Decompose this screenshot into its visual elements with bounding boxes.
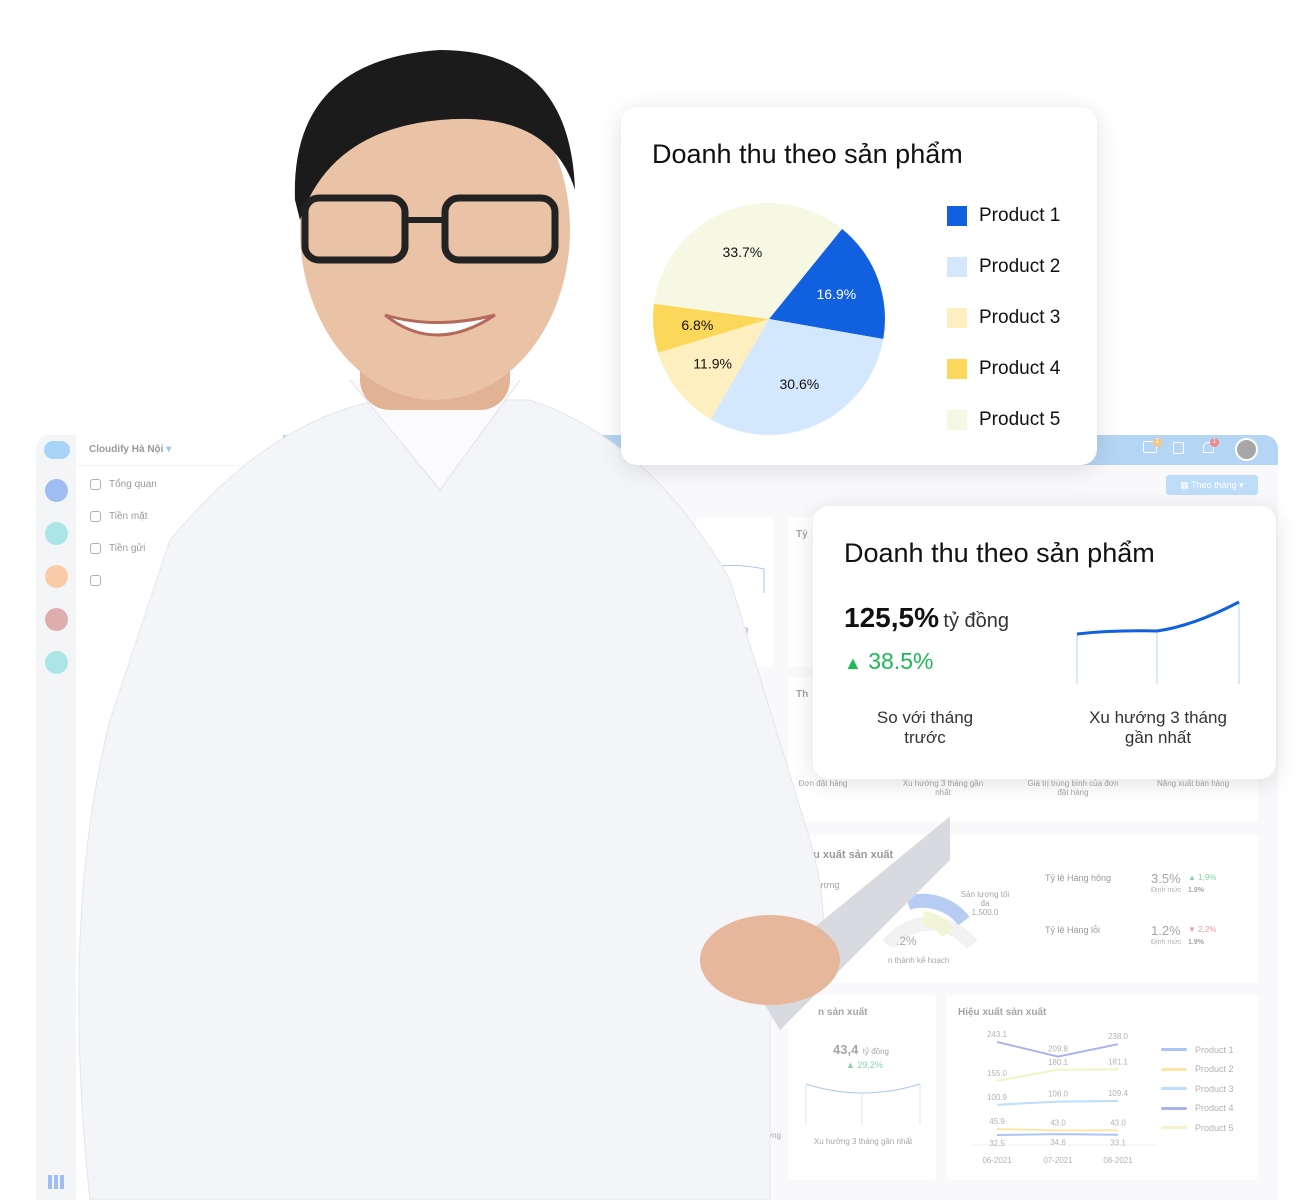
pie-label: 16.9% bbox=[816, 286, 856, 302]
bell-badge: 1 bbox=[1210, 438, 1219, 447]
calendar-icon[interactable] bbox=[1173, 442, 1184, 454]
legend-label: Product 4 bbox=[1195, 1103, 1234, 1114]
data-label: 181.1 bbox=[1108, 1057, 1129, 1066]
order-label: Năng xuất bán hàng bbox=[1156, 779, 1230, 788]
rate-label: Tỷ lệ Hàng hỏng bbox=[1045, 873, 1112, 883]
legend-swatch bbox=[947, 308, 967, 328]
line-legend-item: Product 4 bbox=[1161, 1099, 1234, 1119]
rate-change: ▲ 1,9% bbox=[1188, 873, 1217, 882]
legend-swatch bbox=[1161, 1087, 1187, 1091]
legend-label: Product 1 bbox=[1195, 1044, 1234, 1055]
x-tick-label: 07-2021 bbox=[1043, 1156, 1073, 1165]
production-line-panel: Hiệu xuất sản xuất 06-2021 07-2021 08-2021… bbox=[946, 995, 1258, 1180]
x-tick-label: 06-2021 bbox=[982, 1156, 1012, 1165]
norm-value: 1.9% bbox=[1188, 939, 1204, 946]
data-label: 32.5 bbox=[989, 1139, 1005, 1148]
data-label: 155.0 bbox=[987, 1069, 1008, 1078]
line-legend-item: Product 1 bbox=[1161, 1040, 1234, 1060]
rate-value: 1.2% bbox=[1151, 923, 1181, 938]
revenue-pie-card: Doanh thu theo sản phẩm 16.9% 30.6% 11.9% 6… bbox=[621, 107, 1097, 465]
data-label: 238.0 bbox=[1108, 1032, 1129, 1041]
data-label: 33.1 bbox=[1110, 1139, 1126, 1148]
legend-swatch bbox=[947, 359, 967, 379]
line-legend-item: Product 3 bbox=[1161, 1079, 1234, 1099]
line-legend-item: Product 2 bbox=[1161, 1060, 1234, 1080]
kpi-unit: tỷ đồng bbox=[943, 610, 1010, 632]
legend-label: Product 3 bbox=[979, 307, 1061, 328]
kpi-value: 125,5% bbox=[844, 602, 939, 633]
rate-change: ▼ 2,2% bbox=[1188, 925, 1217, 934]
data-label: 209.8 bbox=[1048, 1045, 1069, 1054]
legend-swatch bbox=[947, 410, 967, 430]
data-label: 43.0 bbox=[1050, 1118, 1066, 1127]
pie-legend-item: Product 2 bbox=[947, 256, 1060, 278]
order-label: Giá trị trung bình của đơn đặt hàng bbox=[1027, 779, 1119, 797]
norm-value: 1.9% bbox=[1188, 887, 1204, 894]
data-label: 109.4 bbox=[1108, 1089, 1129, 1098]
revenue-kpi-card: Doanh thu theo sản phẩm 125,5% tỷ đồng ▲… bbox=[813, 506, 1276, 779]
pie-label: 33.7% bbox=[723, 244, 763, 260]
up-triangle-icon: ▲ bbox=[844, 653, 862, 673]
pie-legend-item: Product 3 bbox=[947, 307, 1060, 329]
pie-legend-item: Product 5 bbox=[947, 409, 1060, 431]
pie-card-title: Doanh thu theo sản phẩm bbox=[652, 139, 963, 169]
data-label: 100.9 bbox=[987, 1093, 1008, 1102]
data-label: 34.6 bbox=[1050, 1138, 1066, 1147]
norm-label: Định mức bbox=[1151, 887, 1182, 894]
legend-label: Product 3 bbox=[1195, 1083, 1234, 1094]
series-line bbox=[996, 1100, 1119, 1106]
kpi-change-value: 38.5% bbox=[868, 648, 934, 674]
line-legend-item: Product 5 bbox=[1161, 1118, 1234, 1138]
period-label: Theo tháng bbox=[1191, 480, 1237, 490]
series-line bbox=[996, 1128, 1118, 1132]
legend-swatch bbox=[1161, 1106, 1187, 1110]
avatar[interactable] bbox=[1235, 438, 1258, 461]
rate-label: Tỷ lệ Hàng lỗi bbox=[1045, 925, 1101, 935]
pie-label: 11.9% bbox=[693, 356, 732, 372]
mail-badge: 1 bbox=[1153, 438, 1162, 447]
legend-label: Product 2 bbox=[979, 256, 1061, 277]
pie-chart: 16.9% 30.6% 11.9% 6.8% 33.7% bbox=[653, 202, 885, 435]
legend-swatch bbox=[1161, 1048, 1187, 1052]
legend-swatch bbox=[1161, 1067, 1187, 1071]
kpi-trend-chart bbox=[1076, 600, 1240, 684]
legend-label: Product 1 bbox=[979, 205, 1061, 226]
pie-label: 30.6% bbox=[780, 376, 820, 392]
kpi-change: ▲ 38.5% bbox=[844, 648, 933, 675]
kpi-card-title: Doanh thu theo sản phẩm bbox=[844, 538, 1155, 568]
data-label: 108.0 bbox=[1048, 1090, 1069, 1099]
caption-compare: So với tháng trước bbox=[876, 708, 974, 747]
legend-label: Product 4 bbox=[979, 358, 1061, 379]
data-label: 43.0 bbox=[1110, 1118, 1126, 1127]
norm-label: Định mức bbox=[1151, 939, 1182, 946]
series-line bbox=[996, 1068, 1119, 1082]
legend-swatch bbox=[947, 206, 967, 226]
caption-trend: Xu hướng 3 tháng gần nhất bbox=[1089, 708, 1227, 747]
data-label: 45.9 bbox=[989, 1117, 1005, 1126]
pie-legend-item: Product 1 bbox=[947, 205, 1060, 227]
data-label: 180.1 bbox=[1048, 1058, 1069, 1067]
legend-label: Product 5 bbox=[979, 409, 1061, 430]
max-value: 1,500.0 bbox=[971, 908, 999, 917]
period-button[interactable]: ▦ Theo tháng ▾ bbox=[1166, 475, 1258, 495]
rate-value: 3.5% bbox=[1151, 871, 1181, 886]
x-tick-label: 08-2021 bbox=[1103, 1156, 1133, 1165]
legend-swatch bbox=[1161, 1126, 1187, 1130]
legend-label: Product 2 bbox=[1195, 1064, 1234, 1075]
max-label: Sản lượng tối đa bbox=[960, 890, 1010, 908]
legend-label: Product 5 bbox=[1195, 1122, 1234, 1133]
series-line bbox=[996, 1133, 1119, 1136]
data-label: 243.1 bbox=[987, 1030, 1008, 1039]
pie-legend-item: Product 4 bbox=[947, 358, 1060, 380]
pie-label: 6.8% bbox=[681, 317, 713, 333]
legend-swatch bbox=[947, 257, 967, 277]
